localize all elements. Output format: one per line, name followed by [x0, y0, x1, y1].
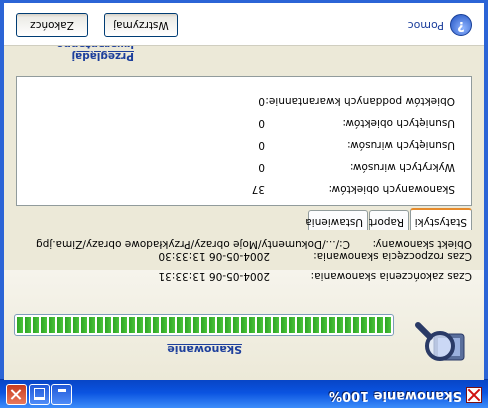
tab-settings[interactable]: Ustawienia — [305, 210, 368, 230]
help-icon[interactable]: ? — [450, 14, 472, 36]
stat-value: 37 — [251, 183, 265, 195]
window-client-area: Skanowanie Czas rozpoczęcia skanowania: … — [4, 3, 484, 380]
tab-statistics[interactable]: Statystyki — [410, 208, 472, 230]
maximize-button[interactable] — [29, 384, 50, 405]
start-time-value: 2004-05-06 13:33:30 — [158, 250, 270, 262]
stat-value: 0 — [258, 139, 265, 151]
finish-button[interactable]: Zakończ — [16, 13, 88, 37]
stat-label: Wykrytych wirusów: — [349, 161, 455, 173]
stat-label: Usuniętych wirusów: — [347, 139, 455, 151]
stat-label: Usuniętych obiektów: — [342, 117, 455, 129]
minimize-button[interactable] — [51, 384, 72, 405]
stat-value: 0 — [258, 161, 265, 173]
scan-window: Skanowanie 100% Skanowanie Czas rozpoczę… — [0, 0, 488, 408]
tab-report[interactable]: Raport — [369, 210, 409, 230]
start-time-label: Czas rozpoczęcia skanowania: — [313, 250, 472, 262]
stat-value: 0 — [258, 95, 265, 107]
end-time-value: 2004-05-06 13:33:31 — [158, 270, 270, 282]
scan-status-area: Skanowanie — [4, 270, 484, 380]
help-link[interactable]: Pomoc — [408, 19, 444, 32]
rotated-window-view: Skanowanie 100% Skanowanie Czas rozpoczę… — [0, 0, 488, 408]
scan-status-label: Skanowanie — [167, 343, 242, 356]
stat-value: 0 — [258, 117, 265, 129]
stat-label: Obiektów poddanych kwarantannie: — [265, 95, 455, 107]
kaspersky-k-icon — [466, 387, 482, 403]
statistics-panel: Skanowanych obiektów: 37 Wykrytych wirus… — [16, 76, 472, 206]
stat-label: Skanowanych obiektów: — [328, 183, 455, 195]
pause-button[interactable]: Wstrzymaj — [104, 13, 178, 37]
close-button[interactable] — [6, 384, 27, 405]
scan-progress-bar — [14, 314, 394, 336]
magnifier-scan-icon — [415, 322, 465, 361]
footer-bar: ? Pomoc Wstrzymaj Zakończ — [4, 3, 484, 46]
scanned-object-value: C:/.../Dokumenty/Moje obrazy/Przykładowe… — [35, 238, 350, 250]
progress-fill — [17, 317, 391, 333]
title-bar[interactable]: Skanowanie 100% — [0, 379, 488, 408]
scanned-object-label: Obiekt skanowany: — [372, 238, 472, 250]
end-time-label: Czas zakończenia skanowania: — [310, 270, 472, 282]
window-title: Skanowanie 100% — [329, 388, 462, 403]
